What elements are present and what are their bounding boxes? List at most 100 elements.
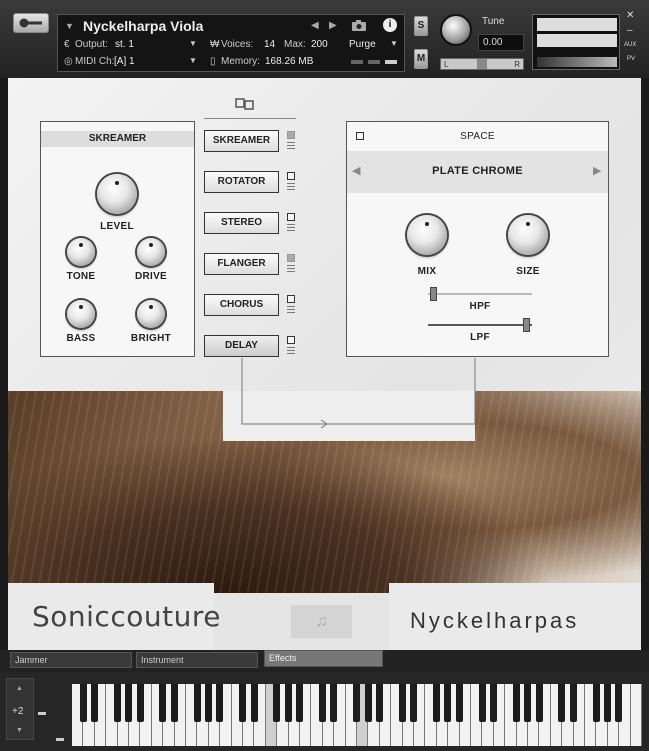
level-knob[interactable] (97, 174, 137, 214)
black-key[interactable] (159, 684, 167, 722)
mute-button[interactable]: M (414, 49, 428, 69)
chevron-down-icon[interactable]: ▼ (189, 39, 197, 48)
pan-handle[interactable] (477, 59, 487, 69)
fx-delay-button[interactable]: DELAY (204, 335, 279, 357)
black-key[interactable] (375, 684, 383, 722)
fx-chorus-toggle[interactable] (287, 295, 295, 303)
lpf-slider-track[interactable] (428, 324, 532, 326)
solo-button[interactable]: S (414, 16, 428, 36)
mod-wheel-indicator[interactable] (56, 738, 64, 741)
black-key[interactable] (592, 684, 600, 722)
black-key[interactable] (432, 684, 440, 722)
black-key[interactable] (489, 684, 497, 722)
minimize-icon[interactable]: – (627, 25, 633, 36)
black-key[interactable] (79, 684, 87, 722)
max-voices-value[interactable]: 200 (311, 39, 328, 50)
camera-icon[interactable] (351, 19, 367, 34)
black-key[interactable] (410, 684, 418, 722)
fx-skreamer-button[interactable]: SKREAMER (204, 130, 279, 152)
black-key[interactable] (136, 684, 144, 722)
instrument-name[interactable]: Nyckelharpa Viola (83, 18, 203, 34)
volume-slider[interactable] (537, 57, 617, 67)
hpf-slider-handle[interactable] (429, 287, 437, 301)
fx-delay-toggle[interactable] (287, 336, 295, 344)
drag-handle-icon[interactable] (287, 224, 295, 233)
piano-keyboard[interactable] (72, 684, 642, 746)
info-icon[interactable]: i (383, 18, 397, 32)
fx-flanger-button[interactable]: FLANGER (204, 253, 279, 275)
black-key[interactable] (512, 684, 520, 722)
black-key[interactable] (330, 684, 338, 722)
black-key[interactable] (615, 684, 623, 722)
black-key[interactable] (216, 684, 224, 722)
black-key[interactable] (296, 684, 304, 722)
tone-knob[interactable] (67, 238, 95, 266)
black-key[interactable] (444, 684, 452, 722)
pv-button[interactable]: PV (627, 56, 635, 62)
white-key[interactable] (630, 684, 642, 746)
octave-up-icon[interactable]: ▲ (16, 685, 23, 692)
drag-handle-icon[interactable] (287, 265, 295, 274)
black-key[interactable] (535, 684, 543, 722)
pan-slider[interactable]: L R (440, 58, 524, 70)
fx-stereo-button[interactable]: STEREO (204, 212, 279, 234)
black-key[interactable] (398, 684, 406, 722)
music-note-icon[interactable]: ♫ (291, 605, 352, 638)
next-preset-icon[interactable]: ▶ (593, 164, 601, 177)
black-key[interactable] (603, 684, 611, 722)
black-key[interactable] (364, 684, 372, 722)
drag-handle-icon[interactable] (287, 306, 295, 315)
drag-handle-icon[interactable] (287, 183, 295, 192)
black-key[interactable] (478, 684, 486, 722)
tune-value[interactable]: 0.00 (478, 34, 524, 51)
black-key[interactable] (250, 684, 258, 722)
black-key[interactable] (558, 684, 566, 722)
drag-handle-icon[interactable] (287, 142, 295, 151)
space-preset-name[interactable]: PLATE CHROME (367, 165, 588, 177)
bass-knob[interactable] (67, 300, 95, 328)
fx-skreamer-toggle[interactable] (287, 131, 295, 139)
black-key[interactable] (193, 684, 201, 722)
black-key[interactable] (125, 684, 133, 722)
black-key[interactable] (284, 684, 292, 722)
black-key[interactable] (90, 684, 98, 722)
size-knob[interactable] (508, 215, 548, 255)
prev-preset-icon[interactable]: ◀ (352, 164, 360, 177)
tab-instrument[interactable]: Instrument (136, 652, 258, 668)
fx-rotator-toggle[interactable] (287, 172, 295, 180)
black-key[interactable] (455, 684, 463, 722)
pitch-wheel-indicator[interactable] (38, 712, 46, 715)
fx-chorus-button[interactable]: CHORUS (204, 294, 279, 316)
black-key[interactable] (113, 684, 121, 722)
collapse-arrow-icon[interactable]: ▼ (65, 21, 74, 31)
black-key[interactable] (318, 684, 326, 722)
hpf-slider-track[interactable] (428, 293, 532, 295)
tab-effects[interactable]: Effects (264, 650, 383, 667)
prev-instrument-icon[interactable]: ◀ (311, 20, 319, 31)
bright-knob[interactable] (137, 300, 165, 328)
purge-button[interactable]: Purge (349, 39, 376, 50)
black-key[interactable] (524, 684, 532, 722)
black-key[interactable] (204, 684, 212, 722)
midi-channel-select[interactable]: [A] 1 (114, 56, 135, 67)
black-key[interactable] (239, 684, 247, 722)
fx-stereo-toggle[interactable] (287, 213, 295, 221)
next-instrument-icon[interactable]: ▶ (329, 20, 337, 31)
lpf-slider-handle[interactable] (523, 318, 531, 332)
fx-flanger-toggle[interactable] (287, 254, 295, 262)
fx-rotator-button[interactable]: ROTATOR (204, 171, 279, 193)
mix-knob[interactable] (407, 215, 447, 255)
black-key[interactable] (353, 684, 361, 722)
wrench-icon[interactable] (13, 13, 49, 33)
chevron-down-icon[interactable]: ▼ (390, 39, 398, 48)
aux-button[interactable]: AUX (624, 42, 636, 48)
black-key[interactable] (170, 684, 178, 722)
drag-handle-icon[interactable] (287, 347, 295, 356)
drive-knob[interactable] (137, 238, 165, 266)
tab-jammer[interactable]: Jammer (10, 652, 132, 668)
chevron-down-icon[interactable]: ▼ (189, 56, 197, 65)
close-icon[interactable]: ✕ (626, 10, 634, 21)
black-key[interactable] (273, 684, 281, 722)
tune-knob[interactable] (440, 14, 472, 46)
octave-down-icon[interactable]: ▼ (16, 727, 23, 734)
